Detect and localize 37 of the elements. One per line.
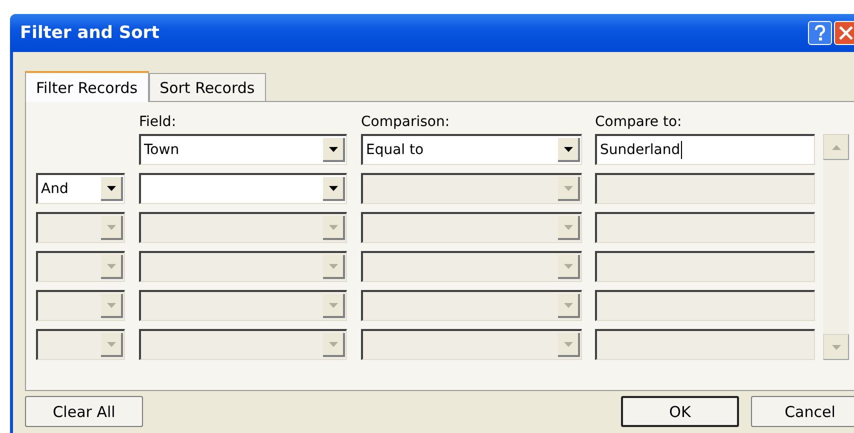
close-button[interactable] [834,21,854,45]
dropdown-arrow-icon [328,342,338,346]
help-button[interactable] [808,21,832,45]
compare-to-field[interactable]: Sunderland [595,134,815,165]
dropdown-arrow-icon [106,342,116,346]
tab[interactable]: Sort Records [148,73,266,101]
dropdown-arrow-icon [564,146,572,152]
close-icon [839,26,853,40]
column-label: Compare to: [595,114,683,130]
column-label: Comparison: [361,114,451,130]
dropdown-arrow-icon [328,302,338,308]
dropdown-arrow-icon [564,302,572,308]
ok-button[interactable]: OK [621,396,739,427]
dropdown-arrow-icon [106,302,116,308]
cancel-button[interactable]: Cancel [751,396,854,427]
column-label: Field: [139,114,178,130]
dropdown-arrow-icon [106,264,116,268]
dropdown-arrow-icon [106,224,116,230]
tab[interactable]: Filter Records [25,71,149,102]
dropdown-arrow-icon [564,264,572,268]
dropdown-arrow-icon [328,224,338,230]
dropdown-arrow-icon [328,264,338,268]
dropdown-arrow-icon [564,342,572,346]
comparison-dropdown[interactable]: Equal to [361,134,582,165]
up-arrow-icon [832,144,840,150]
connector-dropdown[interactable]: And [36,173,125,204]
field-dropdown[interactable] [139,173,347,204]
dropdown-arrow-icon [564,224,572,230]
dropdown-arrow-icon [564,186,572,190]
clear-all-button[interactable]: Clear All [25,396,143,427]
field-dropdown[interactable]: Town [139,134,347,165]
help-icon [813,25,827,41]
dropdown-arrow-icon [328,186,338,190]
down-arrow-icon [832,344,840,350]
window-title: Filter and Sort [20,23,160,43]
dropdown-arrow-icon [328,146,338,152]
dropdown-arrow-icon [106,186,116,190]
